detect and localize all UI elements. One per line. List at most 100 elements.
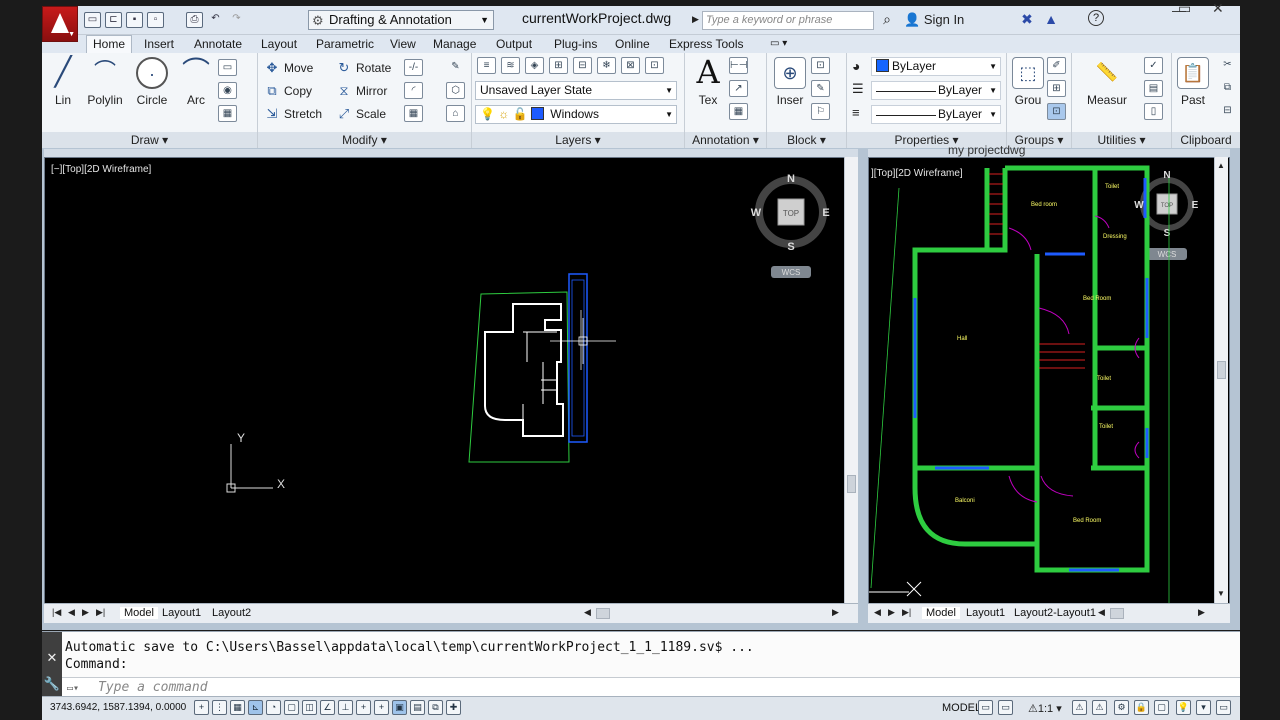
rotate-button[interactable]: ↻ Rotate [336,58,392,78]
draw-panel-title[interactable]: Draw ▾ [42,132,257,148]
quick-view-layouts-icon[interactable]: ▭ [978,700,993,715]
tab-online[interactable]: Online [615,36,650,52]
line-tool-button[interactable]: ╱ Lin [42,57,84,108]
fillet-icon[interactable]: ◜ [404,82,423,99]
layer-match-icon[interactable]: ⊞ [549,57,568,74]
linetype-dropdown[interactable]: ByLayer ▼ [871,105,1001,124]
save-as-icon[interactable]: ▫ [147,12,164,28]
lineweight-toggle-icon[interactable]: + [374,700,389,715]
arc-tool-button[interactable]: ⌒ Arc [175,57,217,108]
measure-button[interactable]: 📏 Measur [1080,57,1134,107]
circle-tool-button[interactable]: · Circle [131,57,173,107]
ribbon-options-icon[interactable]: ▭ ▾ [770,36,787,52]
undo-icon[interactable]: ↶ [207,12,224,28]
binoculars-icon[interactable]: ⌕ [878,10,896,28]
trim-icon[interactable]: -/- [404,59,423,76]
layer-isolate-icon[interactable]: ◈ [525,57,544,74]
object-snap-tracking-icon[interactable]: ∠ [320,700,335,715]
group-selection-icon[interactable]: ⊡ [1047,103,1066,120]
first-tab-icon[interactable]: |◀ [52,607,61,618]
last-tab-icon[interactable]: ▶| [902,607,911,618]
wrench-icon[interactable]: 🔧 [42,676,62,692]
polyline-tool-button[interactable]: ⌒ Polylin [82,57,128,107]
tab-layout[interactable]: Layout [261,36,297,52]
dynamic-input-icon[interactable]: + [356,700,371,715]
tab-layout2[interactable]: Layout2 [212,607,251,619]
color-dropdown[interactable]: ByLayer ▼ [871,57,1001,76]
scroll-right-icon[interactable]: ▶ [832,607,839,618]
tab-model[interactable]: Model [120,607,158,619]
tab-annotate[interactable]: Annotate [194,36,242,52]
lineweight-dropdown[interactable]: ByLayer ▼ [871,81,1001,100]
layer-freeze-icon[interactable]: ❄ [597,57,616,74]
tab-express-tools[interactable]: Express Tools [669,36,743,52]
infer-constraints-icon[interactable]: + [194,700,209,715]
hatch-icon[interactable]: ▦ [218,105,237,122]
maximize-icon[interactable]: ▭ [1178,0,1191,17]
match-icon[interactable]: ⊟ [1218,103,1237,120]
polar-tracking-icon[interactable]: ◔ [266,700,281,715]
selection-cycling-icon[interactable]: ⧉ [428,700,443,715]
copy-button[interactable]: ⧉ Copy [264,81,312,101]
layer-off-icon[interactable]: ⊟ [573,57,592,74]
isolate-objects-icon[interactable]: 💡 [1176,700,1191,715]
search-input[interactable]: Type a keyword or phrase [702,11,874,30]
quick-select-icon[interactable]: ✓ [1144,57,1163,74]
grid-display-icon[interactable]: ▦ [230,700,245,715]
scroll-down-icon[interactable]: ▼ [1217,589,1225,598]
plot-icon[interactable]: ⎙ [186,12,203,28]
layers-panel-title[interactable]: Layers ▾ [472,132,684,148]
object-snap-icon[interactable]: ▢ [284,700,299,715]
command-line-handle[interactable]: ✕ 🔧 [42,632,62,697]
scrollbar-thumb[interactable] [1217,361,1226,379]
calculator-icon[interactable]: ▤ [1144,80,1163,97]
annotation-monitor-icon[interactable]: ✚ [446,700,461,715]
ungroup-icon[interactable]: ✐ [1047,57,1066,74]
explode-icon[interactable]: ⬡ [446,82,465,99]
annotation-panel-title[interactable]: Annotation ▾ [685,132,766,148]
stretch-button[interactable]: ⇲ Stretch [264,104,322,124]
insert-block-button[interactable]: ⊕ Inser [769,57,811,107]
tab-insert[interactable]: Insert [144,36,174,52]
erase-icon[interactable]: ✎ [446,59,465,76]
copy-clip-icon[interactable]: ⧉ [1218,80,1237,97]
next-tab-icon[interactable]: ▶ [888,607,895,618]
workspace-dropdown[interactable]: ⚙ Drafting & Annotation ▼ [308,10,494,30]
block-panel-title[interactable]: Block ▾ [767,132,846,148]
prev-tab-icon[interactable]: ◀ [68,607,75,618]
viewcube[interactable]: TOP N S E W WCS [747,170,837,280]
tab-layout1[interactable]: Layout1 [966,607,1005,619]
autodesk-360-icon[interactable]: ▲ [1042,10,1060,28]
attribute-icon[interactable]: ⚐ [811,103,830,120]
viewport-controls-label[interactable]: [−][Top][2D Wireframe] [51,164,151,175]
cut-icon[interactable]: ✂ [1218,57,1237,74]
horizontal-scroll-thumb[interactable] [1110,608,1124,619]
sign-in-button[interactable]: 👤 Sign In [904,12,964,28]
status-bar-menu-icon[interactable]: ▾ [1196,700,1211,715]
mirror-button[interactable]: ⧖ Mirror [336,81,387,101]
scale-button[interactable]: ⤢ Scale [336,104,386,124]
tab-layout2-layout1[interactable]: Layout2-Layout1 [1014,607,1096,619]
save-icon[interactable]: ▪ [126,12,143,28]
layer-dropdown[interactable]: 💡 ☼ 🔓 Windows ▼ [475,105,677,124]
3d-object-snap-icon[interactable]: ◫ [302,700,317,715]
hardware-acceleration-icon[interactable]: ▢ [1154,700,1169,715]
last-tab-icon[interactable]: ▶| [96,607,105,618]
application-menu-button[interactable]: ▼ [42,6,78,42]
right-viewport[interactable]: ][Top][2D Wireframe] TOP N S E W WCS Bed… [868,157,1230,605]
array-icon[interactable]: ▦ [404,105,423,122]
close-icon[interactable]: ✕ [42,650,62,666]
dimension-icon[interactable]: ⊢⊣ [729,57,748,74]
offset-icon[interactable]: ⌂ [446,105,465,122]
layer-walk-icon[interactable]: ⊡ [645,57,664,74]
tab-manage[interactable]: Manage [433,36,476,52]
table-icon[interactable]: ▦ [729,103,748,120]
close-icon[interactable]: ✕ [1212,0,1224,17]
left-viewport[interactable]: [−][Top][2D Wireframe] TOP N S E W WCS Y… [44,157,858,604]
layer-properties-icon[interactable]: ≡ [477,57,496,74]
tab-parametric[interactable]: Parametric [316,36,374,52]
scrollbar-thumb[interactable] [847,475,856,493]
layer-state-icon[interactable]: ≋ [501,57,520,74]
edit-block-icon[interactable]: ✎ [811,80,830,97]
horizontal-scroll-thumb[interactable] [596,608,610,619]
